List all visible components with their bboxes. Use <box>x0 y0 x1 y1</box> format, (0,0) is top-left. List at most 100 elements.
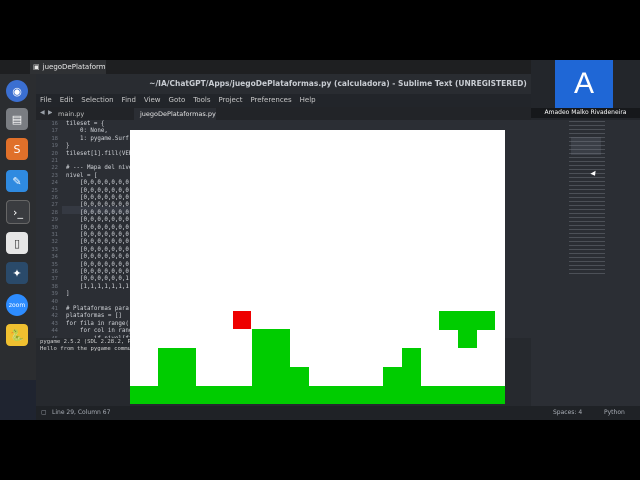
line-number: 24 <box>51 180 58 187</box>
player-sprite <box>233 311 251 329</box>
line-number: 29 <box>51 217 58 224</box>
menu-preferences[interactable]: Preferences <box>250 94 291 107</box>
code-line: [0,0,0,0,0,0,0, <box>66 246 133 253</box>
line-number: 23 <box>51 172 58 179</box>
code-line: # --- Mapa del nive <box>66 165 133 172</box>
console-line: pygame 2.5.2 (SDL 2.28.2, Py <box>40 339 135 345</box>
steam-icon[interactable]: ✦ <box>6 262 28 284</box>
code-line: # Plataformas para c <box>66 306 136 312</box>
line-number: 44 <box>51 328 58 335</box>
code-line: [0,0,0,0,0,0,0, <box>66 209 133 216</box>
line-number: 32 <box>51 239 58 246</box>
platform-tile <box>458 330 477 348</box>
line-number: 30 <box>51 224 58 231</box>
line-number: 37 <box>51 276 58 283</box>
line-number: 31 <box>51 232 58 238</box>
ground-floor <box>130 386 505 404</box>
syntax-setting[interactable]: Python <box>604 406 625 420</box>
participant-avatar: A <box>555 60 613 108</box>
active-app-indicator[interactable]: ▣ juegoDePlataformas <box>30 60 106 74</box>
line-number: 40 <box>51 298 58 305</box>
line-number: 16 <box>51 121 58 127</box>
menu-view[interactable]: View <box>144 94 161 107</box>
menu-help[interactable]: Help <box>300 94 316 107</box>
tab-main-py[interactable]: main.py <box>52 108 130 120</box>
platform-tile <box>383 367 421 386</box>
sublime-text-icon[interactable]: S <box>6 138 28 160</box>
line-number: 27 <box>51 202 58 209</box>
code-line: tileset = { <box>66 121 105 127</box>
code-line: nivel = [ <box>66 172 98 179</box>
code-line: [0,0,0,0,0,0,0, <box>66 232 133 238</box>
console-line: Hello from the pygame commun <box>40 346 135 352</box>
code-line: 1: pygame.Surf <box>66 135 129 142</box>
minimap-code <box>569 117 605 277</box>
code-line: [0,0,0,0,0,0,1, <box>66 276 133 283</box>
menu-goto[interactable]: Goto <box>169 94 186 107</box>
document-icon[interactable]: ▯ <box>6 232 28 254</box>
platform-tile <box>252 329 290 386</box>
minimap[interactable] <box>531 107 640 406</box>
code-line: plataformas = [] <box>66 313 122 320</box>
line-number: 22 <box>51 165 58 172</box>
code-line: [0,0,0,0,0,0,0, <box>66 187 133 194</box>
participant-name: Amadeo Malko Rivadeneira <box>531 108 640 118</box>
code-line: 0: None, <box>66 128 108 135</box>
app-menu-icon: ▣ <box>33 63 40 71</box>
python-snake-icon[interactable]: 🐍 <box>6 324 28 346</box>
code-line: [0,0,0,0,0,0,0, <box>66 195 133 201</box>
tab-nav-left-icon[interactable]: ◀ <box>40 109 45 116</box>
line-number: 26 <box>51 195 58 201</box>
cursor-position: Line 29, Column 67 <box>52 409 111 416</box>
line-number: 21 <box>51 158 58 164</box>
code-line: [0,0,0,0,0,0,0, <box>66 261 133 268</box>
platform-tile <box>290 367 309 386</box>
line-number: 17 <box>51 128 58 135</box>
line-number: 43 <box>51 320 58 327</box>
files-icon[interactable]: ▤ <box>6 108 28 130</box>
active-app-label: juegoDePlataformas <box>42 63 106 71</box>
line-number: 36 <box>51 269 58 275</box>
code-line: [0,0,0,0,0,0,0, <box>66 254 133 261</box>
line-number: 39 <box>51 291 58 298</box>
code-line: [0,0,0,0,0,0,0, <box>66 224 133 231</box>
line-number: 19 <box>51 143 58 150</box>
desktop-background <box>0 380 36 420</box>
terminal-icon[interactable]: ›_ <box>6 200 30 224</box>
code-line: [0,0,0,0,0,0,0, <box>66 239 133 246</box>
code-line: [0,0,0,0,0,0,0, <box>66 202 133 209</box>
menu-tools[interactable]: Tools <box>193 94 210 107</box>
platform-tile <box>158 348 196 386</box>
line-number: 25 <box>51 187 58 194</box>
line-number: 42 <box>51 313 58 320</box>
line-number: 34 <box>51 254 58 261</box>
tab-juegodeplataformas-py[interactable]: juegoDePlataformas.py <box>134 108 216 120</box>
line-number: 20 <box>51 150 58 157</box>
zoom-icon[interactable]: zoom <box>6 294 28 316</box>
platform-tile <box>402 348 421 367</box>
code-line: [0,0,0,0,0,0,0, <box>66 180 133 187</box>
dock: ◉ ▤ S ✎ ›_ ▯ ✦ zoom 🐍 <box>0 74 36 420</box>
status-bar: ▢ Line 29, Column 67 Spaces: 4 Python <box>36 406 640 420</box>
text-editor-icon[interactable]: ✎ <box>6 170 28 192</box>
menu-file[interactable]: File <box>40 94 52 107</box>
code-line: for col in rang <box>66 328 133 335</box>
menu-project[interactable]: Project <box>219 94 243 107</box>
code-line: ] <box>66 291 70 298</box>
chromium-icon[interactable]: ◉ <box>6 80 28 102</box>
line-number: 41 <box>51 306 58 312</box>
code-line: [0,0,0,0,0,0,0, <box>66 269 133 275</box>
line-number: 33 <box>51 246 58 253</box>
menu-edit[interactable]: Edit <box>60 94 74 107</box>
menu-find[interactable]: Find <box>122 94 136 107</box>
panel-toggle-icon[interactable]: ▢ <box>41 406 47 420</box>
code-line: [0,0,0,0,0,0,0, <box>66 217 133 224</box>
indentation-setting[interactable]: Spaces: 4 <box>553 406 582 420</box>
code-line: tileset[1].fill(VER <box>66 150 133 157</box>
platform-tile <box>439 311 495 330</box>
line-number: 18 <box>51 135 58 142</box>
code-line: for fila in range( <box>66 320 129 327</box>
line-number: 38 <box>51 283 58 290</box>
menu-selection[interactable]: Selection <box>81 94 113 107</box>
line-number: 35 <box>51 261 58 268</box>
